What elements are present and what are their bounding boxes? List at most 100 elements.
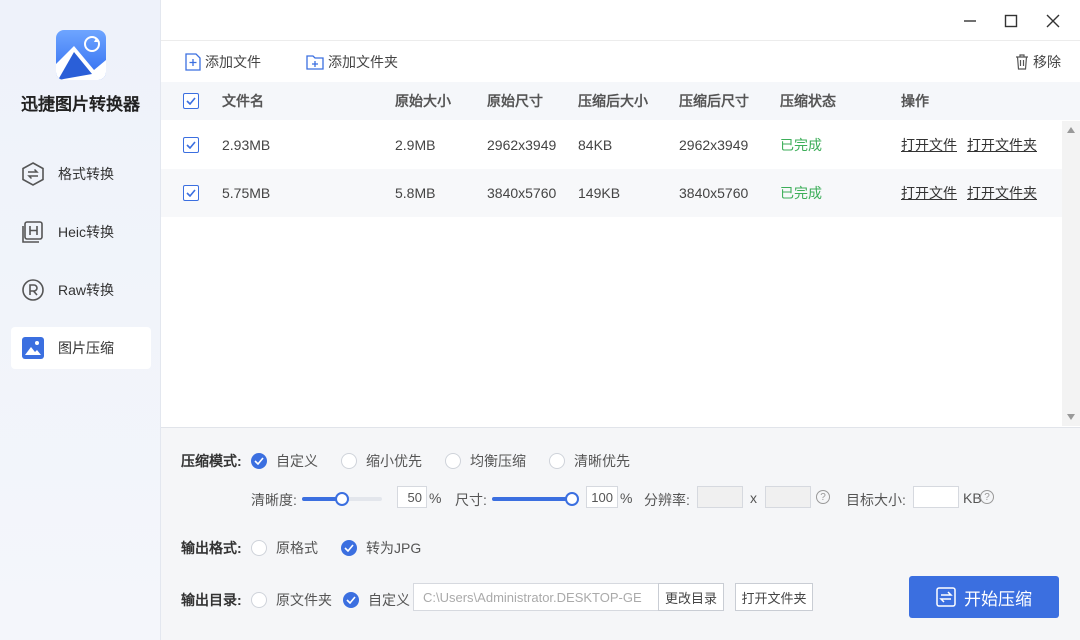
format-radio-original[interactable]: 原格式 [251, 538, 318, 558]
remove-label: 移除 [1033, 54, 1061, 70]
compress-mode-label: 压缩模式: [181, 453, 242, 469]
start-compress-label: 开始压缩 [964, 589, 1032, 609]
minimize-icon [964, 20, 976, 22]
target-size-label: 目标大小: [846, 492, 906, 508]
sidebar-item-label: Heic转换 [58, 224, 115, 240]
file-table: 2.93MB 2.9MB 2962x3949 84KB 2962x3949 已完… [161, 121, 1062, 426]
format-radio-jpg[interactable]: 转为JPG [341, 538, 421, 558]
sidebar-item-format-convert[interactable]: 格式转换 [11, 153, 151, 195]
close-icon [1046, 14, 1060, 28]
toolbar: 添加文件 添加文件夹 移除 [161, 40, 1080, 82]
check-icon [254, 457, 264, 465]
dir-radio-original[interactable]: 原文件夹 [251, 590, 332, 610]
scroll-up-button[interactable] [1066, 125, 1076, 135]
cell-filename: 5.75MB [222, 185, 271, 201]
trash-icon [1016, 54, 1028, 70]
size-label: 尺寸: [455, 492, 487, 508]
check-icon [344, 544, 354, 552]
select-all-checkbox[interactable] [183, 82, 199, 120]
start-compress-button[interactable]: 开始压缩 [909, 576, 1059, 618]
column-header-new-dim: 压缩后尺寸 [679, 93, 749, 109]
cell-orig-dim: 3840x5760 [487, 185, 557, 201]
scroll-down-button[interactable] [1066, 412, 1076, 422]
size-slider[interactable] [492, 492, 579, 506]
resolution-height-input[interactable] [765, 486, 811, 508]
sidebar-item-heic-convert[interactable]: Heic转换 [11, 211, 151, 253]
cell-new-dim: 3840x5760 [679, 185, 749, 201]
dir-radio-custom[interactable]: 自定义 [343, 590, 410, 610]
format-convert-icon [21, 162, 45, 186]
add-folder-icon [306, 55, 324, 70]
cell-orig-dim: 2962x3949 [487, 137, 557, 153]
cell-status: 已完成 [780, 137, 822, 153]
table-scrollbar[interactable] [1062, 121, 1080, 426]
row-checkbox[interactable] [183, 169, 199, 217]
sidebar-item-label: 格式转换 [58, 166, 114, 182]
settings-panel: 压缩模式: 自定义 缩小优先 均衡压缩 清晰优先 清晰度: 50 % 尺寸: 1… [161, 427, 1080, 640]
mode-radio-balanced[interactable]: 均衡压缩 [445, 451, 526, 471]
mode-radio-small-first[interactable]: 缩小优先 [341, 451, 422, 471]
sidebar-item-raw-convert[interactable]: Raw转换 [11, 269, 151, 311]
cell-filename: 2.93MB [222, 137, 271, 153]
kb-label: KB [963, 490, 982, 506]
add-folder-button[interactable]: 添加文件夹 [306, 51, 398, 73]
clarity-input[interactable]: 50 [397, 486, 427, 508]
column-header-status: 压缩状态 [780, 93, 836, 109]
dir-option-label: 自定义 [368, 592, 410, 608]
open-folder-link[interactable]: 打开文件夹 [967, 169, 1037, 217]
help-icon[interactable]: ? [816, 490, 830, 504]
size-input[interactable]: 100 [586, 486, 618, 508]
table-row: 2.93MB 2.9MB 2962x3949 84KB 2962x3949 已完… [161, 121, 1062, 169]
sidebar-item-label: 图片压缩 [58, 340, 114, 356]
help-icon[interactable]: ? [980, 490, 994, 504]
resolution-width-input[interactable] [697, 486, 743, 508]
add-file-icon [185, 53, 201, 71]
add-file-label: 添加文件 [205, 54, 261, 70]
heic-icon [21, 220, 45, 244]
output-dir-label: 输出目录: [181, 592, 242, 608]
clarity-slider[interactable] [302, 492, 382, 506]
check-icon [186, 141, 196, 149]
size-slider-fill [492, 497, 572, 501]
mode-label: 清晰优先 [574, 453, 630, 469]
times-label: x [750, 490, 757, 506]
mode-radio-custom[interactable]: 自定义 [251, 451, 318, 471]
remove-button[interactable]: 移除 [1015, 51, 1061, 73]
table-header: 文件名 原始大小 原始尺寸 压缩后大小 压缩后尺寸 压缩状态 操作 [161, 82, 1080, 120]
sidebar-item-label: Raw转换 [58, 282, 115, 298]
add-file-button[interactable]: 添加文件 [185, 51, 261, 73]
size-slider-handle[interactable] [565, 492, 579, 506]
cell-orig-size: 2.9MB [395, 137, 436, 153]
output-path-input[interactable]: C:\Users\Administrator.DESKTOP-GE [413, 583, 659, 611]
output-format-label: 输出格式: [181, 540, 242, 556]
clarity-slider-handle[interactable] [335, 492, 349, 506]
minimize-button[interactable] [957, 8, 983, 34]
format-option-label: 原格式 [276, 540, 318, 556]
close-button[interactable] [1040, 8, 1066, 34]
format-option-label: 转为JPG [366, 540, 422, 556]
open-folder-button[interactable]: 打开文件夹 [735, 583, 813, 611]
mode-label: 均衡压缩 [470, 453, 526, 469]
app-logo-icon [56, 30, 106, 80]
table-row: 5.75MB 5.8MB 3840x5760 149KB 3840x5760 已… [161, 169, 1062, 217]
sidebar: 迅捷图片转换器 格式转换 Heic转换 Raw转换 图片压缩 [0, 0, 161, 640]
mode-radio-clarity-first[interactable]: 清晰优先 [549, 451, 630, 471]
check-icon [186, 189, 196, 197]
chevron-up-icon [1067, 127, 1075, 133]
check-icon [186, 97, 196, 105]
change-dir-button[interactable]: 更改目录 [658, 583, 724, 611]
dir-option-label: 原文件夹 [276, 592, 332, 608]
open-file-link[interactable]: 打开文件 [901, 169, 957, 217]
resolution-label: 分辨率: [644, 492, 690, 508]
open-file-link[interactable]: 打开文件 [901, 121, 957, 169]
sidebar-item-image-compress[interactable]: 图片压缩 [11, 327, 151, 369]
chevron-down-icon [1067, 414, 1075, 420]
open-folder-link[interactable]: 打开文件夹 [967, 121, 1037, 169]
cell-new-size: 149KB [578, 185, 621, 201]
convert-icon [936, 587, 956, 607]
maximize-icon [1004, 14, 1018, 28]
cell-orig-size: 5.8MB [395, 185, 436, 201]
maximize-button[interactable] [998, 8, 1024, 34]
row-checkbox[interactable] [183, 121, 199, 169]
target-size-input[interactable] [913, 486, 959, 508]
